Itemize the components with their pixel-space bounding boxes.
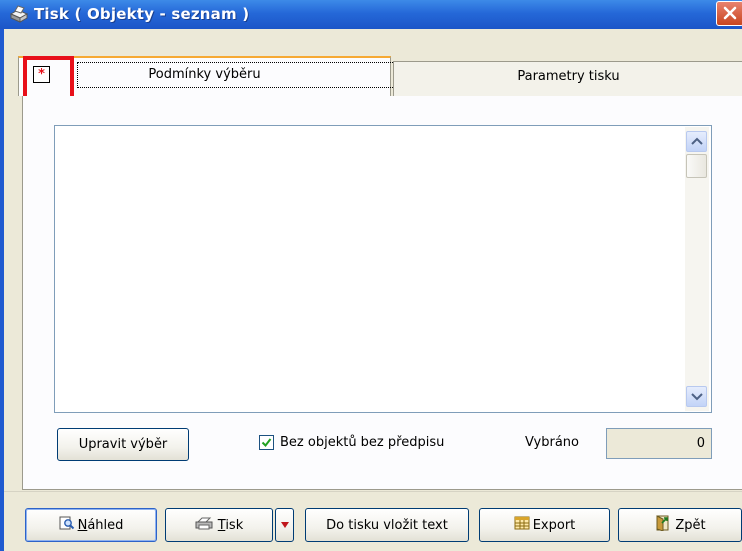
scroll-down-button[interactable] xyxy=(686,386,707,407)
footer-separator xyxy=(4,491,742,492)
export-label: Export xyxy=(532,517,576,533)
scroll-up-button[interactable] xyxy=(686,131,707,152)
print-options-dropdown[interactable] xyxy=(275,508,294,542)
selected-count-label: Vybráno xyxy=(525,435,579,450)
dropdown-arrow-icon xyxy=(280,522,289,528)
vertical-scrollbar[interactable] xyxy=(685,127,709,411)
print-dialog: Tisk ( Objekty - seznam ) Podmínky výběr… xyxy=(0,0,742,551)
window-frame-left xyxy=(0,29,4,551)
print-button[interactable]: Tisk xyxy=(165,508,273,542)
back-icon xyxy=(654,515,672,535)
close-button[interactable] xyxy=(716,1,742,26)
selected-count-field: 0 xyxy=(606,428,712,459)
preview-label: áhled xyxy=(87,517,124,533)
insert-text-button[interactable]: Do tisku vložit text xyxy=(305,508,469,542)
preview-icon xyxy=(59,516,75,534)
tab-parametry-tisku[interactable]: Parametry tisku xyxy=(393,61,742,96)
back-label: Zpět xyxy=(675,517,706,533)
no-prescription-checkbox-label: Bez objektů bez předpisu xyxy=(280,434,445,450)
no-prescription-checkbox[interactable] xyxy=(259,434,274,450)
no-prescription-checkbox-row[interactable]: Bez objektů bez předpisu xyxy=(259,432,444,452)
export-button[interactable]: Export xyxy=(479,508,610,542)
title-bar[interactable]: Tisk ( Objekty - seznam ) xyxy=(0,0,742,29)
export-table-icon xyxy=(514,516,530,534)
edit-selection-button[interactable]: Upravit výběr xyxy=(57,428,189,461)
close-icon xyxy=(723,6,737,20)
tab-label: Parametry tisku xyxy=(517,69,620,84)
preview-button[interactable]: Náhled xyxy=(25,508,157,542)
asterisk-icon: * xyxy=(33,66,50,83)
scroll-thumb[interactable] xyxy=(686,154,707,178)
back-button[interactable]: Zpět xyxy=(618,508,742,542)
printer-icon xyxy=(7,4,29,24)
tab-label: Podmínky výběru xyxy=(148,67,261,82)
print-icon xyxy=(195,516,215,534)
selection-conditions-list[interactable] xyxy=(54,125,712,413)
scroll-down-icon xyxy=(691,393,703,401)
window-title: Tisk ( Objekty - seznam ) xyxy=(34,5,250,23)
scroll-up-icon xyxy=(691,137,703,145)
tab-highlight-marker: * xyxy=(23,56,74,100)
checkmark-icon xyxy=(261,437,272,447)
preview-accel: N xyxy=(77,517,88,533)
print-label: isk xyxy=(225,517,244,533)
